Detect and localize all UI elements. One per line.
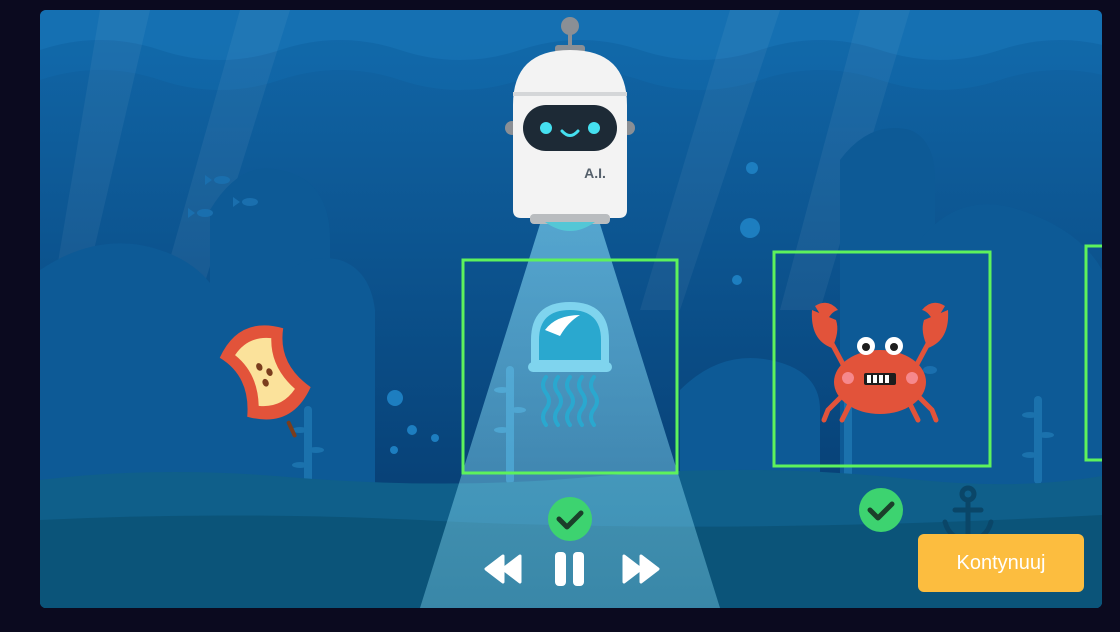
- crab-check-icon: [859, 488, 903, 532]
- fast-forward-button[interactable]: [618, 552, 662, 586]
- game-stage: A.I. Kontynuuj: [40, 10, 1102, 608]
- rewind-button[interactable]: [482, 552, 526, 586]
- pause-icon: [555, 552, 584, 586]
- continue-button[interactable]: Kontynuuj: [918, 534, 1084, 592]
- rewind-icon: [484, 554, 522, 584]
- robot-label: A.I.: [584, 165, 606, 181]
- underwater-scene: A.I.: [40, 10, 1102, 608]
- pause-button[interactable]: [552, 550, 588, 588]
- fast-forward-icon: [622, 554, 660, 584]
- jellyfish-check-icon: [548, 497, 592, 541]
